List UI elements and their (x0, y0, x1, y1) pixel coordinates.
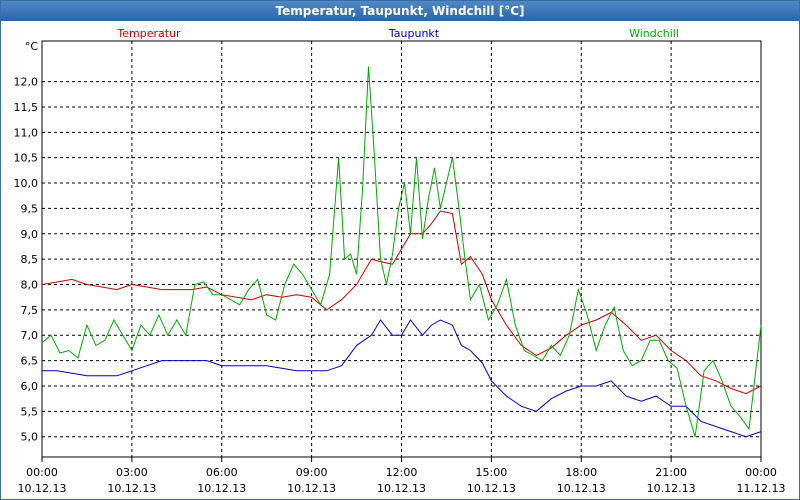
legend-windchill: Windchill (629, 27, 679, 40)
legend-taupunkt: Taupunkt (388, 27, 440, 40)
x-tick-date: 10.12.13 (647, 482, 696, 495)
y-tick-label: 6,0 (21, 380, 39, 393)
x-tick-time: 06:00 (206, 466, 238, 479)
x-tick-date: 10.12.13 (377, 482, 426, 495)
y-tick-label: 8,5 (21, 253, 39, 266)
y-tick-label: 7,5 (21, 304, 39, 317)
x-tick-time: 00:00 (26, 466, 58, 479)
x-tick-time: 18:00 (565, 466, 597, 479)
x-tick-time: 15:00 (476, 466, 508, 479)
y-tick-label: 12,0 (14, 76, 39, 89)
x-tick-time: 12:00 (386, 466, 418, 479)
y-tick-label: 5,0 (21, 431, 39, 444)
y-tick-label: 7,0 (21, 329, 39, 342)
x-tick-date: 10.12.13 (107, 482, 156, 495)
x-tick-time: 03:00 (116, 466, 148, 479)
x-tick-date: 10.12.13 (557, 482, 606, 495)
x-tick-time: 00:00 (745, 466, 777, 479)
y-tick-label: 6,5 (21, 355, 39, 368)
y-tick-label: 9,5 (21, 202, 39, 215)
legend-temperatur: Temperatur (116, 27, 181, 40)
y-tick-label: 10,0 (14, 177, 39, 190)
y-tick-label: 10,5 (14, 152, 39, 165)
legend: Temperatur Taupunkt Windchill (116, 27, 679, 40)
chart-window: Temperatur, Taupunkt, Windchill [°C] 5,0… (0, 0, 800, 500)
x-tick-date: 11.12.13 (737, 482, 786, 495)
y-tick-label: 11,0 (14, 126, 39, 139)
y-tick-label: 8,0 (21, 279, 39, 292)
y-tick-label: 9,0 (21, 228, 39, 241)
x-tick-date: 10.12.13 (197, 482, 246, 495)
y-tick-label: 11,5 (14, 101, 39, 114)
x-tick-date: 10.12.13 (467, 482, 516, 495)
x-tick-date: 10.12.13 (287, 482, 336, 495)
y-unit-label: °C (25, 40, 39, 53)
line-chart: 5,0 5,5 6,0 6,5 7,0 7,5 8,0 8,5 9,0 9,5 10,0 10,5 11… (14, 27, 786, 495)
x-tick-time: 21:00 (655, 466, 687, 479)
y-axis: 5,0 5,5 6,0 6,5 7,0 7,5 8,0 8,5 9,0 9,5 10,0 10,5 11… (14, 76, 39, 444)
x-axis: 00:00 10.12.13 03:00 10.12.13 06:00 10.12.13 0… (18, 457, 786, 495)
x-tick-time: 09:00 (296, 466, 328, 479)
window-title: Temperatur, Taupunkt, Windchill [°C] (1, 1, 799, 21)
y-tick-label: 5,5 (21, 405, 39, 418)
x-tick-date: 10.12.13 (18, 482, 67, 495)
